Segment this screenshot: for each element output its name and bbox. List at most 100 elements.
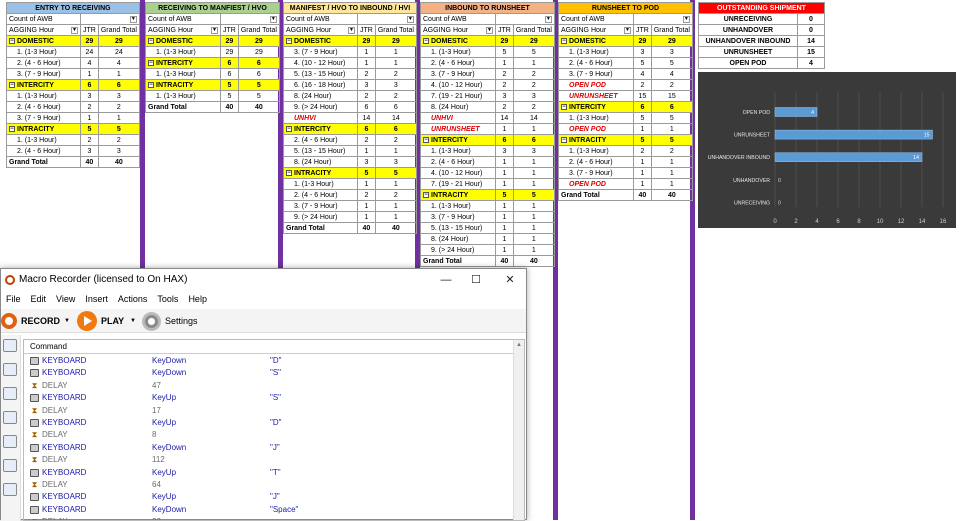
grand-total-value[interactable]: 29	[237, 46, 280, 58]
jtr-value[interactable]: 3	[495, 145, 514, 157]
jtr-value[interactable]: 29	[633, 35, 652, 47]
row-label[interactable]: Grand Total	[558, 189, 634, 201]
grand-total-value[interactable]: 1	[97, 68, 140, 80]
filter-cell[interactable]: ▼	[220, 13, 280, 25]
collapse-icon[interactable]: −	[561, 37, 567, 44]
keyboard-command-row[interactable]: KEYBOARD KeyDown "Space"	[24, 504, 514, 516]
grand-total-value[interactable]: 6	[374, 101, 417, 113]
row-label[interactable]: − INTERCITY	[558, 101, 634, 113]
grand-total-value[interactable]: 1	[512, 178, 555, 190]
grand-total-value[interactable]: 5	[512, 46, 555, 58]
row-label[interactable]: 3. (7 - 9 Hour)	[558, 68, 634, 80]
jtr-value[interactable]: 40	[80, 156, 99, 168]
window-tool-icon[interactable]	[3, 435, 17, 448]
row-field-header[interactable]: AGGING Hour ▼	[420, 24, 496, 36]
row-label[interactable]: 1. (1-3 Hour)	[420, 145, 496, 157]
grand-total-value[interactable]: 40	[237, 101, 280, 113]
column-header-jtr[interactable]: JTR	[80, 24, 99, 36]
outstanding-value[interactable]: 15	[797, 46, 825, 58]
row-label[interactable]: 2. (4 - 6 Hour)	[558, 156, 634, 168]
grand-total-value[interactable]: 2	[512, 101, 555, 113]
count-field[interactable]: Count of AWB	[283, 13, 358, 25]
collapse-icon[interactable]: −	[148, 59, 154, 66]
column-header-grand-total[interactable]: Grand Total	[512, 24, 555, 36]
collapse-icon[interactable]: −	[286, 125, 292, 132]
keyboard-command-row[interactable]: KEYBOARD KeyUp "S"	[24, 392, 514, 404]
row-label[interactable]: Grand Total	[6, 156, 81, 168]
delay-command-row[interactable]: ⧗ DELAY 17	[24, 405, 514, 417]
grand-total-value[interactable]: 2	[97, 101, 140, 113]
column-header-grand-total[interactable]: Grand Total	[237, 24, 280, 36]
menu-insert[interactable]: Insert	[80, 292, 113, 306]
pen-tool-icon[interactable]	[3, 483, 17, 496]
row-label[interactable]: 1. (1-3 Hour)	[558, 112, 634, 124]
row-label[interactable]: 2. (4 - 6 Hour)	[6, 57, 81, 69]
grand-total-value[interactable]: 1	[374, 46, 417, 58]
jtr-value[interactable]: 6	[633, 101, 652, 113]
grand-total-value[interactable]: 15	[650, 90, 693, 102]
menu-tools[interactable]: Tools	[152, 292, 183, 306]
row-label[interactable]: − DOMESTIC	[420, 35, 496, 47]
grand-total-value[interactable]: 3	[97, 90, 140, 102]
row-label[interactable]: 3. (7 - 9 Hour)	[420, 211, 496, 223]
jtr-value[interactable]: 2	[495, 101, 514, 113]
filter-cell[interactable]: ▼	[80, 13, 140, 25]
collapse-icon[interactable]: −	[9, 37, 15, 44]
keyboard-command-row[interactable]: KEYBOARD KeyUp "T"	[24, 467, 514, 479]
jtr-value[interactable]: 29	[80, 35, 99, 47]
jtr-value[interactable]: 6	[220, 57, 239, 69]
outstanding-label[interactable]: UNHANDOVER INBOUND	[698, 35, 798, 47]
jtr-value[interactable]: 6	[357, 101, 376, 113]
row-label[interactable]: 3. (7 - 9 Hour)	[283, 200, 358, 212]
jtr-value[interactable]: 5	[495, 46, 514, 58]
grand-total-value[interactable]: 1	[650, 178, 693, 190]
row-label[interactable]: 8. (24 Hour)	[420, 233, 496, 245]
keyboard-command-row[interactable]: KEYBOARD KeyUp "J"	[24, 491, 514, 503]
row-label[interactable]: 1. (1-3 Hour)	[420, 46, 496, 58]
jtr-value[interactable]: 1	[633, 156, 652, 168]
jtr-value[interactable]: 1	[495, 123, 514, 135]
grand-total-value[interactable]: 6	[650, 101, 693, 113]
row-label[interactable]: − INTERCITY	[6, 79, 81, 91]
row-label[interactable]: − DOMESTIC	[6, 35, 81, 47]
row-label[interactable]: 7. (19 - 21 Hour)	[420, 90, 496, 102]
outstanding-value[interactable]: 14	[797, 35, 825, 47]
grand-total-value[interactable]: 14	[374, 112, 417, 124]
grand-total-value[interactable]: 2	[512, 68, 555, 80]
menu-view[interactable]: View	[51, 292, 80, 306]
grand-total-value[interactable]: 1	[512, 222, 555, 234]
grand-total-value[interactable]: 5	[97, 123, 140, 135]
maximize-button[interactable]: ☐	[461, 271, 491, 289]
jtr-value[interactable]: 5	[633, 57, 652, 69]
grand-total-value[interactable]: 1	[512, 211, 555, 223]
grand-total-value[interactable]: 1	[374, 211, 417, 223]
grand-total-value[interactable]: 2	[512, 79, 555, 91]
dropdown-icon[interactable]: ▼	[486, 26, 493, 34]
row-label[interactable]: 1. (1-3 Hour)	[558, 145, 634, 157]
run-tool-icon[interactable]	[3, 459, 17, 472]
row-label[interactable]: Grand Total	[145, 101, 221, 113]
jtr-value[interactable]: 1	[357, 46, 376, 58]
jtr-value[interactable]: 2	[495, 68, 514, 80]
jtr-value[interactable]: 3	[357, 79, 376, 91]
jtr-value[interactable]: 2	[80, 101, 99, 113]
grand-total-value[interactable]: 6	[97, 79, 140, 91]
row-label[interactable]: OPEN POD	[558, 79, 634, 91]
grand-total-value[interactable]: 6	[237, 68, 280, 80]
jtr-value[interactable]: 1	[495, 244, 514, 256]
row-label[interactable]: − INTERCITY	[283, 123, 358, 135]
row-label[interactable]: 2. (4 - 6 Hour)	[283, 134, 358, 146]
jtr-value[interactable]: 6	[80, 79, 99, 91]
jtr-value[interactable]: 1	[495, 57, 514, 69]
grand-total-value[interactable]: 1	[512, 123, 555, 135]
row-label[interactable]: OPEN POD	[558, 123, 634, 135]
row-label[interactable]: UNHVI	[420, 112, 496, 124]
grand-total-value[interactable]: 40	[650, 189, 693, 201]
grand-total-value[interactable]: 3	[97, 145, 140, 157]
column-header-jtr[interactable]: JTR	[495, 24, 514, 36]
row-label[interactable]: 4. (10 - 12 Hour)	[420, 167, 496, 179]
grand-total-value[interactable]: 2	[374, 90, 417, 102]
collapse-icon[interactable]: −	[561, 136, 567, 143]
row-label[interactable]: 9. (> 24 Hour)	[420, 244, 496, 256]
row-label[interactable]: 3. (7 - 9 Hour)	[6, 112, 81, 124]
